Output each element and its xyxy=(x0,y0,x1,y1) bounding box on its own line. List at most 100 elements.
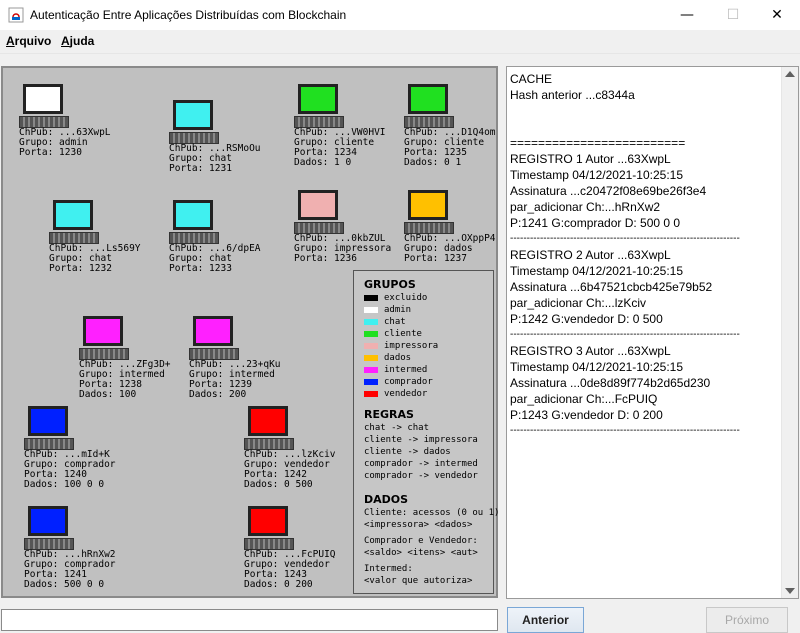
network-node[interactable]: ChPub: ...hRnXw2 Grupo: comprador Porta: 1… xyxy=(24,506,134,596)
legend-dados-line: <impressora> <dados> xyxy=(364,520,473,530)
cache-line: Timestamp 04/12/2021-10:25:15 xyxy=(510,360,683,374)
legend-rule: comprador -> intermed xyxy=(364,459,478,469)
group-color-swatch xyxy=(196,319,230,343)
legend-dados-title: DADOS xyxy=(364,493,409,506)
minimize-button[interactable]: — xyxy=(664,0,710,30)
legend-label: excluido xyxy=(384,293,428,303)
legend-label: impressora xyxy=(384,341,439,351)
legend-label: dados xyxy=(384,353,412,363)
legend-label: intermed xyxy=(384,365,428,375)
legend-group-impressora: impressora xyxy=(364,341,438,351)
cache-line: Assinatura ...6b47521cbcb425e79b52 xyxy=(510,280,713,294)
cache-line: ========================= xyxy=(510,136,686,150)
node-info: ChPub: ...mId+K Grupo: comprador Porta: 12… xyxy=(24,450,116,490)
legend-rule: chat -> chat xyxy=(364,423,430,433)
scroll-down-arrow-icon[interactable] xyxy=(785,588,795,594)
node-porta: Porta: 1236 xyxy=(294,253,357,264)
cache-line: P:1241 G:comprador D: 500 0 0 xyxy=(510,216,681,230)
laptop-screen xyxy=(28,506,68,536)
group-color-swatch xyxy=(411,193,445,217)
legend-rule: comprador -> vendedor xyxy=(364,471,478,481)
cache-line: Assinatura ...0de8d89f774b2d65d230 xyxy=(510,376,711,390)
java-app-icon xyxy=(8,7,24,23)
node-porta: Porta: 1232 xyxy=(49,263,112,274)
cache-line xyxy=(510,103,778,119)
legend-dados-line: Cliente: acessos (0 ou 1) xyxy=(364,508,500,518)
network-node[interactable]: ChPub: ...63XwpL Grupo: admin Porta: 1230 xyxy=(19,84,129,174)
scroll-up-arrow-icon[interactable] xyxy=(785,71,795,77)
network-node[interactable]: ChPub: ...23+qKu Grupo: intermed Porta: 12… xyxy=(189,316,299,406)
proximo-button[interactable]: Próximo xyxy=(706,607,788,633)
node-dados: Dados: 0 200 xyxy=(244,579,313,590)
legend-rule: cliente -> dados xyxy=(364,447,451,457)
group-color-swatch xyxy=(31,409,65,433)
node-porta: Porta: 1237 xyxy=(404,253,467,264)
network-node[interactable]: ChPub: ...6/dpEA Grupo: chat Porta: 1233 xyxy=(169,200,279,290)
node-info: ChPub: ...hRnXw2 Grupo: comprador Porta: 1… xyxy=(24,550,116,590)
menu-arquivo[interactable]: Arquivo xyxy=(6,34,51,48)
laptop-screen xyxy=(193,316,233,346)
vertical-scrollbar[interactable] xyxy=(781,67,798,598)
color-swatch xyxy=(364,390,378,397)
laptop-screen xyxy=(28,406,68,436)
node-info: ChPub: ...6/dpEA Grupo: chat Porta: 1233 xyxy=(169,244,261,274)
legend-panel: GRUPOS excluido admin chat cliente impressor… xyxy=(353,270,499,594)
network-node[interactable]: ChPub: ...mId+K Grupo: comprador Porta: 12… xyxy=(24,406,134,496)
menu-ajuda[interactable]: Ajuda xyxy=(61,34,94,48)
node-dados: Dados: 100 xyxy=(79,389,137,400)
group-color-swatch xyxy=(26,87,60,111)
cache-line: ----------------------------------------… xyxy=(510,329,740,340)
cache-line: CACHE xyxy=(510,72,553,86)
network-node[interactable]: ChPub: ...D1Q4om Grupo: cliente Porta: 123… xyxy=(404,84,514,174)
legend-label: comprador xyxy=(384,377,433,387)
window-title: Autenticação Entre Aplicações Distribuíd… xyxy=(30,8,347,22)
node-info: ChPub: ...OXppP4 Grupo: dados Porta: 1237 xyxy=(404,234,496,264)
network-node[interactable]: ChPub: ...OXppP4 Grupo: dados Porta: 1237 xyxy=(404,190,514,280)
network-node[interactable]: ChPub: ...VW0HVI Grupo: cliente Porta: 123… xyxy=(294,84,404,174)
laptop-screen xyxy=(298,190,338,220)
cache-line: P:1242 G:vendedor D: 0 500 xyxy=(510,312,663,326)
legend-group-chat: chat xyxy=(364,317,406,327)
color-swatch xyxy=(364,330,378,337)
node-info: ChPub: ...Ls569Y Grupo: chat Porta: 1232 xyxy=(49,244,141,274)
anterior-button[interactable]: Anterior xyxy=(507,607,584,633)
close-button[interactable]: ✕ xyxy=(754,0,800,30)
cache-line: P:1243 G:vendedor D: 0 200 xyxy=(510,408,663,422)
node-dados: Dados: 200 xyxy=(189,389,247,400)
group-color-swatch xyxy=(251,509,285,533)
status-field[interactable] xyxy=(1,609,498,631)
legend-group-vendedor: vendedor xyxy=(364,389,427,399)
network-node[interactable]: ChPub: ...FcPUIQ Grupo: vendedor Porta: 12… xyxy=(244,506,354,596)
legend-dados-line: Intermed: xyxy=(364,564,413,574)
laptop-screen xyxy=(248,506,288,536)
node-info: ChPub: ...63XwpL Grupo: admin Porta: 1230 xyxy=(19,128,111,158)
node-porta: Porta: 1231 xyxy=(169,163,232,174)
network-node[interactable]: ChPub: ...Ls569Y Grupo: chat Porta: 1232 xyxy=(49,200,159,290)
color-swatch xyxy=(364,378,378,385)
group-color-swatch xyxy=(86,319,120,343)
laptop-screen xyxy=(248,406,288,436)
cache-line: Timestamp 04/12/2021-10:25:15 xyxy=(510,264,683,278)
cache-text-area[interactable]: CACHE Hash anterior ...c8344a ===========… xyxy=(506,66,799,599)
group-color-swatch xyxy=(56,203,90,227)
network-node[interactable]: ChPub: ...RSMoOu Grupo: chat Porta: 1231 xyxy=(169,100,279,190)
node-info: ChPub: ...0kbZUL Grupo: impressora Porta: … xyxy=(294,234,391,264)
color-swatch xyxy=(364,318,378,325)
node-info: ChPub: ...RSMoOu Grupo: chat Porta: 1231 xyxy=(169,144,261,174)
cache-line: par_adicionar Ch:...FcPUIQ xyxy=(510,392,658,406)
network-node[interactable]: ChPub: ...0kbZUL Grupo: impressora Porta: … xyxy=(294,190,404,280)
node-info: ChPub: ...lzKciv Grupo: vendedor Porta: 12… xyxy=(244,450,336,490)
maximize-button[interactable]: ☐ xyxy=(710,0,756,30)
node-info: ChPub: ...D1Q4om Grupo: cliente Porta: 123… xyxy=(404,128,496,168)
network-node[interactable]: ChPub: ...ZFg3D+ Grupo: intermed Porta: 12… xyxy=(79,316,189,406)
cache-content: CACHE Hash anterior ...c8344a ===========… xyxy=(510,71,778,439)
node-dados: Dados: 0 1 xyxy=(404,157,462,168)
group-color-swatch xyxy=(411,87,445,111)
node-porta: Porta: 1233 xyxy=(169,263,232,274)
group-color-swatch xyxy=(301,193,335,217)
legend-group-admin: admin xyxy=(364,305,411,315)
color-swatch xyxy=(364,354,378,361)
laptop-screen xyxy=(408,190,448,220)
color-swatch xyxy=(364,366,378,373)
network-node[interactable]: ChPub: ...lzKciv Grupo: vendedor Porta: 12… xyxy=(244,406,354,496)
